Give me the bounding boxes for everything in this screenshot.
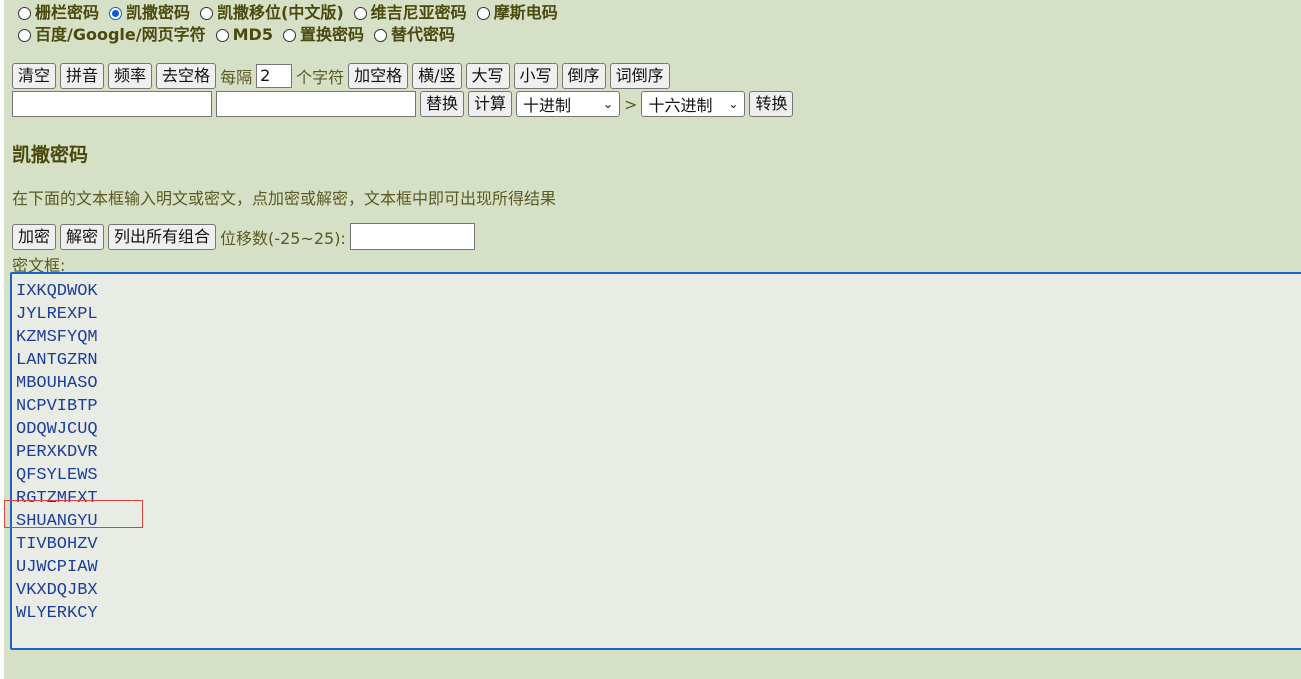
shift-input[interactable] [349, 223, 475, 250]
word-reverse-button[interactable]: 词倒序 [609, 63, 670, 89]
from-base-value: 十进制 [523, 96, 572, 115]
cipher-line: KZMSFYQM [16, 328, 98, 347]
from-base-select[interactable]: 十进制 ⌄ [516, 91, 621, 117]
clear-button[interactable]: 清空 [12, 63, 57, 89]
cipher-type-row-2: 百度/Google/网页字符 MD5 置换密码 替代密码 [18, 24, 568, 46]
replace-convert-toolbar: 替换 计算 十进制 ⌄ > 十六进制 ⌄ 转换 [12, 91, 794, 117]
radio-morse[interactable]: 摩斯电码 [476, 2, 558, 24]
radio-caesar-chinese[interactable]: 凯撒移位(中文版) [200, 2, 344, 24]
cipher-type-selector: 栅栏密码 凯撒密码 凯撒移位(中文版) 维吉尼亚密码 摩斯电码 百度/Googl… [18, 2, 568, 46]
radio-label: 摩斯电码 [493, 3, 558, 22]
cipher-line: TIVBOHZV [16, 535, 98, 554]
left-edge [0, 0, 4, 679]
radio-md5[interactable]: MD5 [215, 24, 273, 46]
list-all-combinations-button[interactable]: 列出所有组合 [108, 223, 217, 250]
page-title: 凯撒密码 [12, 144, 89, 166]
add-spaces-button[interactable]: 加空格 [348, 63, 409, 89]
reverse-button[interactable]: 倒序 [561, 63, 606, 89]
arrow-label: > [624, 94, 638, 114]
every-prefix-label: 每隔 [220, 68, 253, 87]
chevron-down-icon: ⌄ [728, 97, 739, 111]
cipher-line: QFSYLEWS [16, 466, 98, 485]
uppercase-button[interactable]: 大写 [465, 63, 510, 89]
cipher-line: MBOUHASO [16, 374, 98, 393]
radio-label: 维吉尼亚密码 [370, 3, 467, 22]
find-input[interactable] [12, 91, 212, 117]
cipher-line: NCPVIBTP [16, 397, 98, 416]
radio-web-chars[interactable]: 百度/Google/网页字符 [18, 24, 206, 46]
radio-button-icon[interactable] [215, 28, 229, 42]
calculate-button[interactable]: 计算 [468, 91, 513, 117]
chevron-down-icon: ⌄ [602, 97, 614, 111]
cipher-line: ODQWJCUQ [16, 420, 98, 439]
cipher-line-highlighted: SHUANGYU [16, 512, 98, 531]
cipher-line: VKXDQJBX [16, 581, 98, 600]
shift-label: 位移数(-25~25): [220, 228, 346, 248]
radio-button-icon[interactable] [18, 28, 31, 42]
cipher-line: JYLREXPL [16, 305, 98, 324]
highlight-annotation-box [4, 500, 143, 528]
cipher-line: LANTGZRN [16, 351, 98, 370]
radio-button-checked-icon[interactable] [109, 6, 123, 20]
replace-button[interactable]: 替换 [420, 91, 465, 117]
radio-transposition[interactable]: 置换密码 [282, 24, 364, 46]
cipher-textarea[interactable]: IXKQDWOK JYLREXPL KZMSFYQM LANTGZRN MBOU… [10, 272, 1301, 650]
radio-label: 置换密码 [299, 25, 364, 44]
radio-label: 凯撒密码 [126, 3, 191, 22]
text-tools-toolbar: 清空 拼音 频率 去空格 每隔 2 个字符 加空格 横/竖 大写 小写 倒序 词… [12, 63, 670, 89]
radio-label: 凯撒移位(中文版) [217, 3, 344, 22]
radio-label: MD5 [232, 25, 273, 44]
cipher-type-row-1: 栅栏密码 凯撒密码 凯撒移位(中文版) 维吉尼亚密码 摩斯电码 [18, 2, 568, 24]
radio-label: 栅栏密码 [35, 3, 100, 22]
to-base-value: 十六进制 [648, 96, 713, 115]
decrypt-button[interactable]: 解密 [60, 223, 105, 250]
cipher-line: UJWCPIAW [16, 558, 98, 577]
cipher-line: RGTZMFXT [16, 489, 98, 508]
radio-button-icon[interactable] [200, 6, 214, 20]
radio-button-icon[interactable] [476, 6, 490, 20]
encrypt-button[interactable]: 加密 [12, 223, 57, 250]
horizontal-vertical-button[interactable]: 横/竖 [412, 63, 462, 89]
instruction-text: 在下面的文本框输入明文或密文，点加密或解密，文本框中即可出现所得结果 [12, 189, 557, 208]
radio-vigenere[interactable]: 维吉尼亚密码 [353, 2, 467, 24]
cipher-line: WLYERKCY [16, 604, 98, 623]
radio-substitution[interactable]: 替代密码 [373, 24, 455, 46]
cipher-actions: 加密 解密 列出所有组合 位移数(-25~25): [12, 223, 475, 250]
to-base-select[interactable]: 十六进制 ⌄ [641, 91, 746, 117]
radio-button-icon[interactable] [282, 28, 296, 42]
radio-button-icon[interactable] [353, 6, 367, 20]
frequency-button[interactable]: 频率 [108, 63, 153, 89]
radio-label: 百度/Google/网页字符 [35, 25, 206, 44]
radio-button-icon[interactable] [373, 28, 387, 42]
replace-input[interactable] [216, 91, 416, 117]
cipher-line: PERXKDVR [16, 443, 98, 462]
every-n-input[interactable]: 2 [256, 64, 293, 88]
radio-caesar[interactable]: 凯撒密码 [109, 2, 190, 24]
pinyin-button[interactable]: 拼音 [60, 63, 105, 89]
radio-rail-fence[interactable]: 栅栏密码 [18, 2, 99, 24]
lowercase-button[interactable]: 小写 [513, 63, 558, 89]
radio-button-icon[interactable] [18, 6, 31, 20]
remove-spaces-button[interactable]: 去空格 [156, 63, 217, 89]
radio-label: 替代密码 [390, 25, 455, 44]
every-suffix-label: 个字符 [296, 68, 345, 87]
cipher-line: IXKQDWOK [16, 282, 98, 301]
convert-button[interactable]: 转换 [749, 91, 794, 117]
